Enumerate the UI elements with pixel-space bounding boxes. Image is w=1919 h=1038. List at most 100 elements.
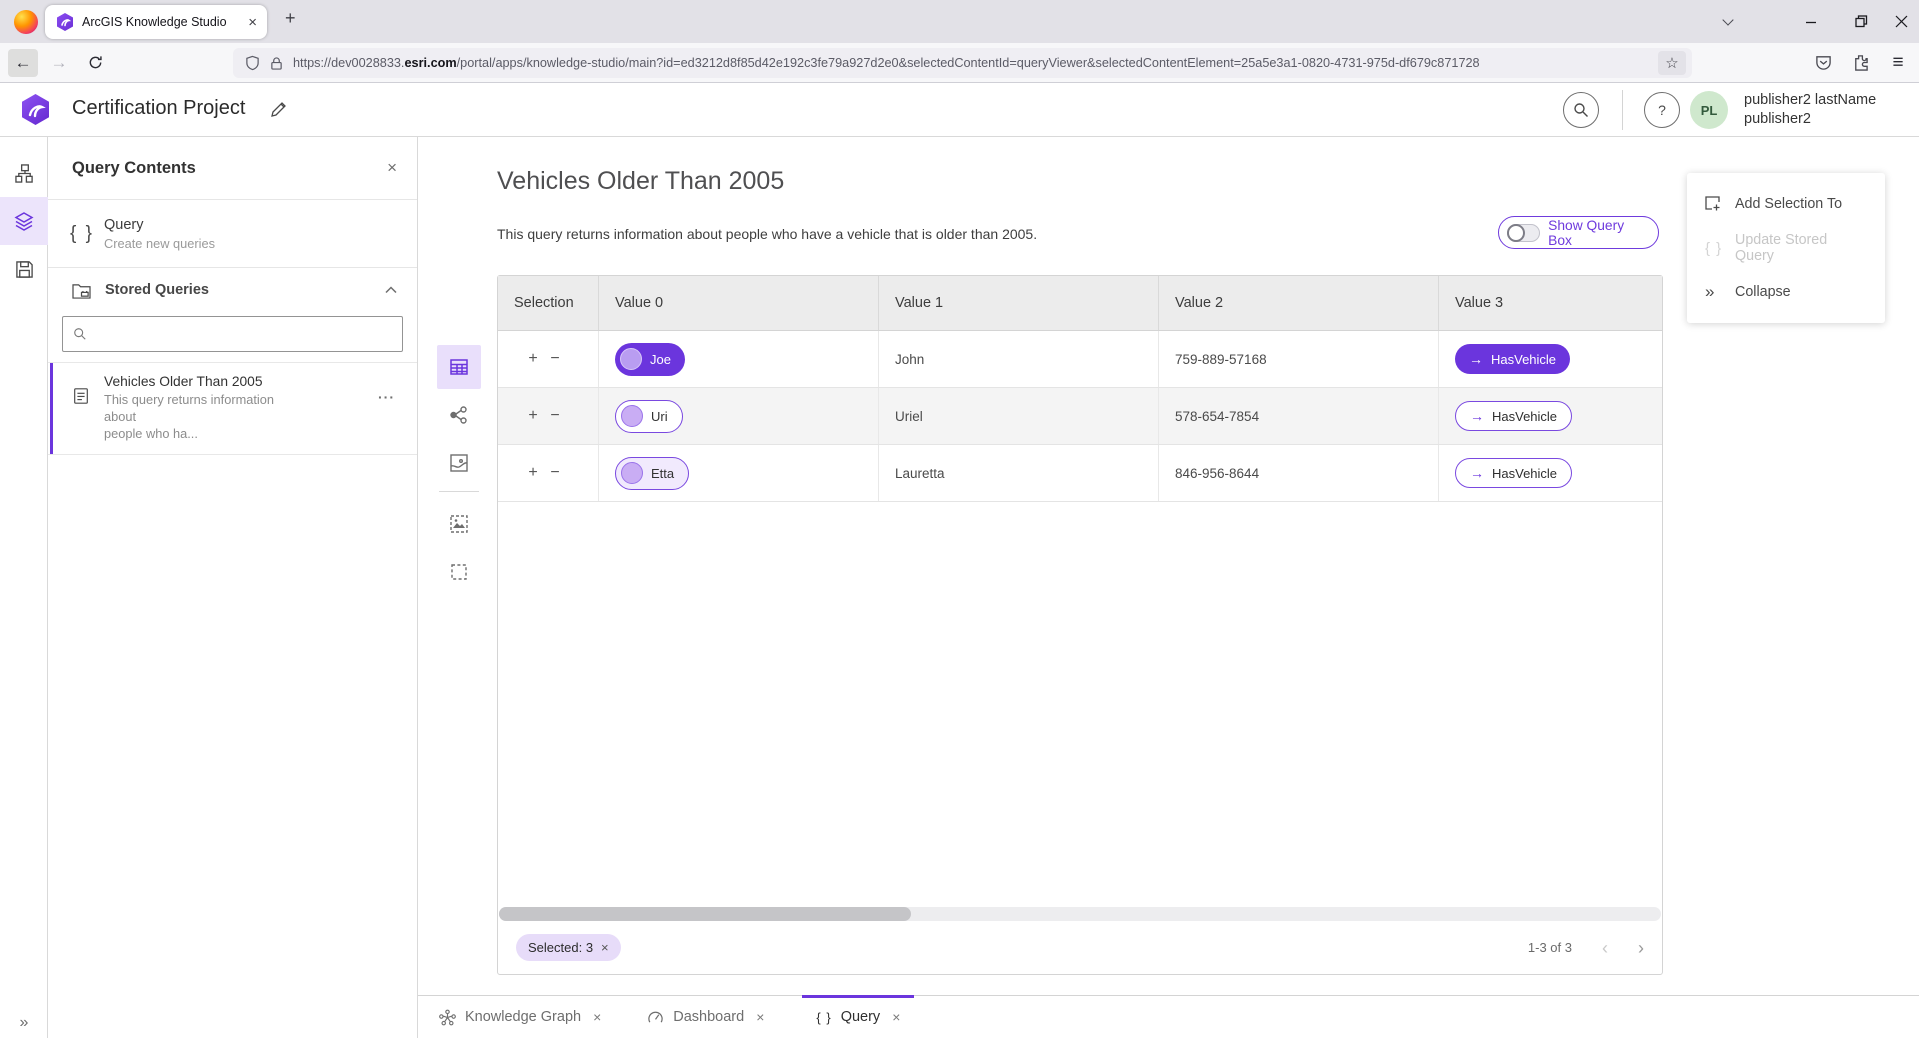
table-footer: Selected: 3 × 1-3 of 3 ‹ › (498, 921, 1662, 974)
panel-close-icon[interactable]: × (387, 158, 397, 178)
entity-pill[interactable]: Etta (615, 457, 689, 490)
window-minimize-button[interactable] (1793, 0, 1829, 43)
chevron-up-icon[interactable] (385, 286, 397, 294)
horizontal-scrollbar[interactable] (499, 907, 1661, 921)
selected-indicator-bar (50, 363, 53, 454)
add-to-map-button[interactable] (437, 502, 481, 546)
previous-page-icon[interactable]: ‹ (1602, 939, 1608, 957)
table-row[interactable]: + − Etta Lauretta 846-956-8644 →HasVehic… (498, 445, 1662, 502)
left-rail: » (0, 137, 48, 1038)
browser-tab[interactable]: ArcGIS Knowledge Studio × (45, 5, 267, 39)
browser-tab-title: ArcGIS Knowledge Studio (82, 15, 240, 29)
lock-icon[interactable] (270, 56, 283, 71)
table-row[interactable]: + − Joe John 759-889-57168 →HasVehicle (498, 331, 1662, 388)
expand-rail-chevrons-icon[interactable]: » (0, 1014, 48, 1032)
tab-knowledge-graph[interactable]: Knowledge Graph × (425, 996, 615, 1038)
remove-from-selection-button[interactable]: − (544, 350, 566, 368)
relationship-pill[interactable]: →HasVehicle (1455, 344, 1570, 374)
entity-pill[interactable]: Joe (615, 343, 685, 376)
shield-icon[interactable] (245, 55, 260, 71)
tab-close-icon[interactable]: × (248, 14, 257, 31)
cell-text: 578-654-7854 (1175, 409, 1259, 424)
scrollbar-thumb[interactable] (499, 907, 911, 921)
stored-queries-header[interactable]: Stored Queries (48, 268, 417, 312)
selection-tools-button[interactable] (437, 550, 481, 594)
search-icon (73, 327, 87, 341)
close-tab-icon[interactable]: × (892, 1009, 900, 1025)
new-tab-button[interactable]: + (285, 8, 296, 29)
column-header-value2[interactable]: Value 2 (1159, 276, 1439, 330)
edit-title-button[interactable] (266, 98, 290, 122)
entity-label: Uri (651, 409, 668, 424)
firefox-icon[interactable] (14, 10, 38, 34)
menu-item-update-stored-query[interactable]: { } Update Stored Query (1687, 226, 1885, 270)
add-to-selection-button[interactable]: + (522, 464, 544, 482)
forward-button[interactable]: → (44, 49, 74, 77)
table-row[interactable]: + − Uri Uriel 578-654-7854 →HasVehicle (498, 388, 1662, 445)
selected-count-label: Selected: 3 (528, 940, 593, 955)
help-button[interactable]: ? (1644, 92, 1680, 128)
extensions-puzzle-icon[interactable] (1844, 48, 1876, 78)
cell-text: Lauretta (895, 466, 945, 481)
value3-cell: →HasVehicle (1439, 331, 1662, 387)
back-button[interactable]: ← (8, 49, 38, 77)
pocket-icon[interactable] (1807, 48, 1839, 78)
item-options-icon[interactable]: ··· (378, 389, 395, 405)
add-to-selection-button[interactable]: + (522, 407, 544, 425)
url-text[interactable]: https://dev0028833.esri.com/portal/apps/… (293, 56, 1658, 70)
entity-pill[interactable]: Uri (615, 400, 683, 433)
clear-selection-icon[interactable]: × (601, 940, 609, 955)
column-header-selection[interactable]: Selection (498, 276, 599, 330)
tab-dashboard[interactable]: Dashboard × (633, 996, 778, 1038)
entity-label: Joe (650, 352, 671, 367)
braces-icon: { } (70, 223, 104, 245)
contents-layers-icon[interactable] (0, 197, 48, 245)
search-button[interactable] (1563, 92, 1599, 128)
reload-button[interactable] (80, 49, 110, 77)
map-view-button[interactable] (437, 441, 481, 485)
next-page-icon[interactable]: › (1638, 939, 1644, 957)
column-header-value3[interactable]: Value 3 (1439, 276, 1662, 330)
selected-count-chip[interactable]: Selected: 3 × (516, 934, 621, 961)
query-item[interactable]: { } Query Create new queries (48, 200, 417, 268)
relationship-label: HasVehicle (1492, 409, 1557, 424)
window-close-button[interactable] (1883, 0, 1919, 43)
window-restore-button[interactable] (1843, 0, 1879, 43)
braces-icon: { } (1705, 240, 1735, 257)
close-tab-icon[interactable]: × (756, 1009, 764, 1025)
user-avatar[interactable]: PL (1690, 91, 1728, 129)
entity-avatar-icon (621, 405, 643, 427)
toolbar-divider (439, 491, 479, 492)
table-view-button[interactable] (437, 345, 481, 389)
menu-item-collapse[interactable]: » Collapse (1687, 270, 1885, 314)
remove-from-selection-button[interactable]: − (544, 464, 566, 482)
menu-item-add-selection-to[interactable]: Add Selection To (1687, 182, 1885, 226)
tab-list-chevron-icon[interactable] (1710, 0, 1746, 43)
action-menu: Add Selection To { } Update Stored Query… (1687, 173, 1885, 323)
toggle-switch[interactable] (1507, 224, 1540, 242)
relationship-pill[interactable]: →HasVehicle (1455, 458, 1572, 488)
show-query-box-toggle[interactable]: Show Query Box (1498, 216, 1659, 249)
relationship-pill[interactable]: →HasVehicle (1455, 401, 1572, 431)
bottom-tab-bar: Knowledge Graph × Dashboard × { } Query … (418, 995, 1919, 1038)
close-tab-icon[interactable]: × (593, 1009, 601, 1025)
bookmark-star-icon[interactable]: ☆ (1658, 51, 1686, 75)
saved-queries-icon[interactable] (0, 245, 48, 293)
page-title: Vehicles Older Than 2005 (497, 167, 784, 196)
entity-avatar-icon (621, 462, 643, 484)
url-bar[interactable]: https://dev0028833.esri.com/portal/apps/… (233, 48, 1692, 78)
stored-queries-search-input[interactable] (62, 316, 403, 352)
data-model-icon[interactable] (0, 149, 48, 197)
query-item-title: Query (104, 216, 215, 235)
add-to-selection-button[interactable]: + (522, 350, 544, 368)
column-header-value0[interactable]: Value 0 (599, 276, 879, 330)
tab-query[interactable]: { } Query × (802, 996, 914, 1038)
menu-hamburger-icon[interactable]: ≡ (1882, 48, 1914, 78)
remove-from-selection-button[interactable]: − (544, 407, 566, 425)
arcgis-knowledge-logo (22, 94, 49, 125)
folder-icon (72, 282, 91, 299)
user-name[interactable]: publisher2 lastName publisher2 (1744, 91, 1876, 129)
link-chart-view-button[interactable] (437, 393, 481, 437)
column-header-value1[interactable]: Value 1 (879, 276, 1159, 330)
stored-query-item[interactable]: Vehicles Older Than 2005 This query retu… (48, 362, 417, 455)
